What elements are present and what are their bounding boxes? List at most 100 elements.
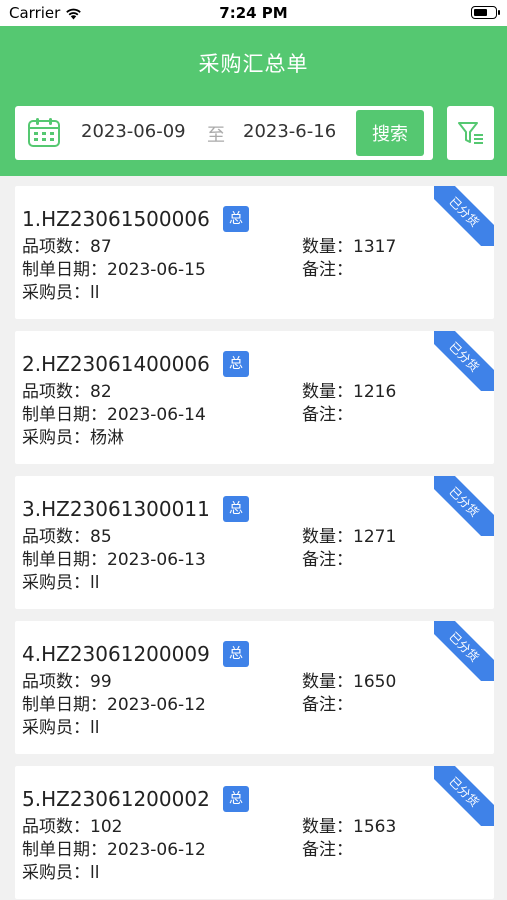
item-count: 品项数：85 (22, 522, 112, 547)
calendar-icon[interactable] (27, 116, 61, 148)
quantity-value: 1563 (353, 817, 397, 837)
order-card[interactable]: 4.HZ23061200009 总 品项数：99 制单日期：2023-06-12… (15, 621, 494, 754)
date-separator: 至 (207, 125, 225, 146)
summary-badge: 总 (223, 351, 249, 377)
buyer-value: ll (90, 863, 100, 883)
date-label: 制单日期： (22, 550, 107, 570)
summary-badge: 总 (223, 206, 249, 232)
buyer-label: 采购员： (22, 573, 90, 593)
status-ribbon: 已分货 (434, 766, 494, 826)
buyer: 采购员：ll (22, 568, 99, 593)
item-count-value: 82 (90, 382, 112, 402)
order-card[interactable]: 2.HZ23061400006 总 品项数：82 制单日期：2023-06-14… (15, 331, 494, 464)
item-count-value: 87 (90, 237, 112, 257)
filter-button[interactable] (447, 106, 494, 160)
date-value: 2023-06-13 (107, 550, 206, 570)
remark-label: 备注： (302, 840, 353, 860)
quantity-value: 1216 (353, 382, 397, 402)
item-count-value: 102 (90, 817, 123, 837)
remark-label: 备注： (302, 405, 353, 425)
order-date: 制单日期：2023-06-12 (22, 835, 206, 860)
date-label: 制单日期： (22, 840, 107, 860)
order-date: 制单日期：2023-06-13 (22, 545, 206, 570)
item-count-value: 99 (90, 672, 112, 692)
summary-badge: 总 (223, 641, 249, 667)
date-label: 制单日期： (22, 260, 107, 280)
buyer-value: 杨淋 (90, 428, 124, 448)
remark: 备注： (302, 400, 353, 425)
quantity-label: 数量： (302, 237, 353, 257)
status-label: 已分货 (434, 476, 494, 536)
quantity-value: 1271 (353, 527, 397, 547)
order-number: 5.HZ23061200002 (22, 787, 210, 811)
order-card[interactable]: 1.HZ23061500006 总 品项数：87 制单日期：2023-06-15… (15, 186, 494, 319)
buyer-value: ll (90, 718, 100, 738)
item-count: 品项数：99 (22, 667, 112, 692)
summary-badge: 总 (223, 496, 249, 522)
buyer-label: 采购员： (22, 863, 90, 883)
order-date: 制单日期：2023-06-14 (22, 400, 206, 425)
order-number: 1.HZ23061500006 (22, 207, 210, 231)
quantity-label: 数量： (302, 382, 353, 402)
remark: 备注： (302, 545, 353, 570)
item-count: 品项数：82 (22, 377, 112, 402)
status-label: 已分货 (434, 766, 494, 826)
order-date: 制单日期：2023-06-15 (22, 255, 206, 280)
status-ribbon: 已分货 (434, 621, 494, 681)
buyer: 采购员：ll (22, 713, 99, 738)
quantity-label: 数量： (302, 527, 353, 547)
start-date-field[interactable]: 2023-06-09 (81, 121, 186, 142)
remark: 备注： (302, 255, 353, 280)
buyer-value: ll (90, 573, 100, 593)
order-number: 4.HZ23061200009 (22, 642, 210, 666)
order-number: 2.HZ23061400006 (22, 352, 210, 376)
remark: 备注： (302, 690, 353, 715)
date-value: 2023-06-14 (107, 405, 206, 425)
buyer-label: 采购员： (22, 283, 90, 303)
item-count: 品项数：102 (22, 812, 122, 837)
buyer: 采购员：杨淋 (22, 423, 124, 448)
quantity-label: 数量： (302, 672, 353, 692)
search-button[interactable]: 搜索 (356, 110, 424, 156)
buyer-value: ll (90, 283, 100, 303)
end-date-field[interactable]: 2023-6-16 (243, 121, 336, 142)
buyer-label: 采购员： (22, 428, 90, 448)
date-value: 2023-06-12 (107, 840, 206, 860)
clock: 7:24 PM (219, 4, 288, 22)
status-label: 已分货 (434, 621, 494, 681)
status-ribbon: 已分货 (434, 476, 494, 536)
buyer: 采购员：ll (22, 278, 99, 303)
buyer: 采购员：ll (22, 858, 99, 883)
item-count-label: 品项数： (22, 817, 90, 837)
status-label: 已分货 (434, 331, 494, 391)
order-card[interactable]: 3.HZ23061300011 总 品项数：85 制单日期：2023-06-13… (15, 476, 494, 609)
quantity: 数量：1650 (302, 667, 396, 692)
quantity-label: 数量： (302, 817, 353, 837)
item-count-label: 品项数： (22, 382, 90, 402)
header: 采购汇总单 2023-06-09 至 2023-6-16 搜索 (0, 26, 507, 176)
page-title: 采购汇总单 (198, 52, 309, 76)
remark-label: 备注： (302, 695, 353, 715)
quantity: 数量：1271 (302, 522, 396, 547)
date-value: 2023-06-15 (107, 260, 206, 280)
remark-label: 备注： (302, 550, 353, 570)
filter-icon (457, 122, 483, 144)
status-ribbon: 已分货 (434, 186, 494, 246)
buyer-label: 采购员： (22, 718, 90, 738)
item-count: 品项数：87 (22, 232, 112, 257)
quantity: 数量：1563 (302, 812, 396, 837)
date-label: 制单日期： (22, 405, 107, 425)
remark-label: 备注： (302, 260, 353, 280)
status-bar: Carrier 7:24 PM (0, 0, 507, 26)
date-range-bar: 2023-06-09 至 2023-6-16 搜索 (15, 106, 433, 160)
quantity-value: 1317 (353, 237, 397, 257)
quantity: 数量：1216 (302, 377, 396, 402)
quantity: 数量：1317 (302, 232, 396, 257)
order-card[interactable]: 5.HZ23061200002 总 品项数：102 制单日期：2023-06-1… (15, 766, 494, 899)
item-count-label: 品项数： (22, 527, 90, 547)
item-count-value: 85 (90, 527, 112, 547)
status-label: 已分货 (434, 186, 494, 246)
date-value: 2023-06-12 (107, 695, 206, 715)
date-label: 制单日期： (22, 695, 107, 715)
order-date: 制单日期：2023-06-12 (22, 690, 206, 715)
